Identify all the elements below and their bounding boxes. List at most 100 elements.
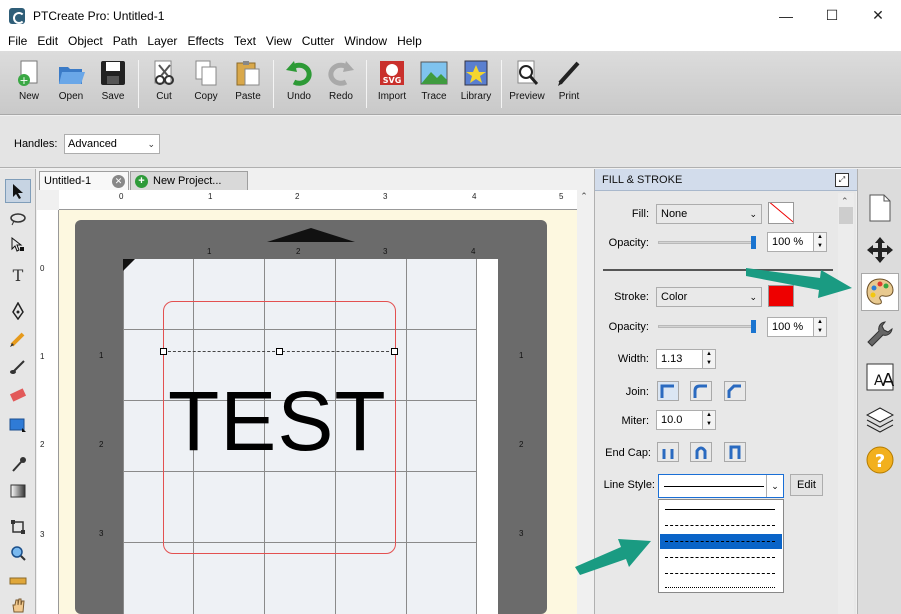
library-button[interactable]: Library xyxy=(455,58,497,110)
text-size-icon[interactable]: AA xyxy=(865,362,895,392)
slider-thumb[interactable] xyxy=(751,320,756,333)
tab-new-project[interactable]: + New Project... xyxy=(130,171,248,190)
chevron-down-icon[interactable]: ⌄ xyxy=(766,475,783,497)
panel-scrollbar[interactable]: ⌃ xyxy=(838,193,854,614)
node-select-tool[interactable] xyxy=(5,233,31,257)
linestyle-option-short-dash[interactable] xyxy=(660,566,782,581)
gradient-tool[interactable] xyxy=(5,479,31,503)
fill-color-swatch[interactable] xyxy=(768,202,794,224)
print-button[interactable]: Print xyxy=(548,58,590,110)
trace-landscape-icon xyxy=(419,58,449,88)
stroke-opacity-field[interactable]: 100 % ▲ ▼ xyxy=(767,317,827,337)
text-tool[interactable]: T xyxy=(5,263,31,287)
import-button[interactable]: SVG Import xyxy=(371,58,413,110)
canvas-text-object[interactable]: TEST xyxy=(168,379,387,463)
scroll-thumb[interactable] xyxy=(839,207,853,224)
canvas[interactable]: 1 2 3 4 1 2 3 1 2 3 TEST xyxy=(59,210,577,614)
linestyle-option-dash-gap[interactable] xyxy=(660,550,782,565)
selection-handle[interactable] xyxy=(391,348,398,355)
open-folder-icon xyxy=(56,58,86,88)
slider-thumb[interactable] xyxy=(751,236,756,249)
trace-button[interactable]: Trace xyxy=(413,58,455,110)
tab-untitled[interactable]: Untitled-1 ✕ xyxy=(39,171,129,190)
endcap-butt-button[interactable] xyxy=(657,442,679,462)
menu-text[interactable]: Text xyxy=(229,31,261,51)
miter-field[interactable]: 10.0 ▲ ▼ xyxy=(656,410,716,430)
preview-button[interactable]: Preview xyxy=(506,58,548,110)
spinner-arrows-icon[interactable]: ▲ ▼ xyxy=(813,318,826,336)
menu-effects[interactable]: Effects xyxy=(182,31,228,51)
fill-opacity-field[interactable]: 100 % ▲ ▼ xyxy=(767,232,827,252)
document-page-icon[interactable] xyxy=(865,193,895,223)
close-button[interactable]: ✕ xyxy=(855,0,901,31)
linestyle-option-dotted[interactable] xyxy=(660,580,782,595)
linestyle-option-solid[interactable] xyxy=(660,502,782,517)
panel-maximize-icon[interactable]: ⤢ xyxy=(835,173,849,187)
corner-registration-mark xyxy=(123,259,135,271)
paste-button[interactable]: Paste xyxy=(227,58,269,110)
fill-select[interactable]: None ⌄ xyxy=(656,204,762,224)
selection-handle[interactable] xyxy=(276,348,283,355)
menu-view[interactable]: View xyxy=(261,31,297,51)
chevron-down-icon: ⌄ xyxy=(749,209,757,219)
pen-nib-tool[interactable] xyxy=(5,299,31,323)
eyedropper-tool[interactable] xyxy=(5,453,31,477)
endcap-round-button[interactable] xyxy=(690,442,712,462)
scroll-up-arrow-icon[interactable]: ⌃ xyxy=(577,191,591,205)
fill-opacity-slider[interactable] xyxy=(658,241,754,244)
hand-pan-tool[interactable] xyxy=(5,593,31,614)
join-bevel-button[interactable] xyxy=(724,381,746,401)
rectangle-shape-tool[interactable] xyxy=(5,413,31,437)
linestyle-option-dashed[interactable] xyxy=(660,518,782,533)
menu-cutter[interactable]: Cutter xyxy=(297,31,340,51)
maximize-button[interactable]: ☐ xyxy=(809,0,855,31)
ruler-tick: 2 xyxy=(295,192,300,201)
page-edge xyxy=(123,259,124,614)
edit-linestyle-button[interactable]: Edit xyxy=(790,474,823,496)
spinner-arrows-icon[interactable]: ▲ ▼ xyxy=(702,411,715,429)
measure-ruler-tool[interactable] xyxy=(5,569,31,593)
stroke-opacity-slider[interactable] xyxy=(658,325,754,328)
menu-layer[interactable]: Layer xyxy=(142,31,182,51)
menu-path[interactable]: Path xyxy=(108,31,143,51)
new-button[interactable]: + New xyxy=(8,58,50,110)
eraser-tool[interactable] xyxy=(5,383,31,407)
copy-button[interactable]: Copy xyxy=(185,58,227,110)
open-button[interactable]: Open xyxy=(50,58,92,110)
minimize-button[interactable]: — xyxy=(763,0,809,31)
help-question-icon[interactable]: ? xyxy=(865,445,895,475)
lasso-tool[interactable] xyxy=(5,207,31,231)
selection-handle[interactable] xyxy=(160,348,167,355)
zoom-tool[interactable] xyxy=(5,541,31,565)
undo-button[interactable]: Undo xyxy=(278,58,320,110)
handles-select[interactable]: Advanced ⌄ xyxy=(64,134,160,154)
menu-edit[interactable]: Edit xyxy=(32,31,63,51)
select-arrow-tool[interactable] xyxy=(5,179,31,203)
save-button[interactable]: Save xyxy=(92,58,134,110)
redo-button[interactable]: Redo xyxy=(320,58,362,110)
linestyle-select[interactable]: ⌄ xyxy=(658,474,784,498)
linestyle-option-long-dash[interactable] xyxy=(660,534,782,549)
brush-tool[interactable] xyxy=(5,355,31,379)
menu-file[interactable]: File xyxy=(3,31,32,51)
menu-window[interactable]: Window xyxy=(339,31,392,51)
svg-text:SVG: SVG xyxy=(383,76,402,85)
close-tab-icon[interactable]: ✕ xyxy=(112,175,125,188)
join-round-button[interactable] xyxy=(690,381,712,401)
pencil-tool[interactable] xyxy=(5,327,31,351)
mat-ruler-tick: 2 xyxy=(296,247,301,256)
layers-icon[interactable] xyxy=(865,404,895,434)
endcap-square-button[interactable] xyxy=(724,442,746,462)
menu-help[interactable]: Help xyxy=(392,31,427,51)
crop-tool[interactable] xyxy=(5,515,31,539)
spinner-arrows-icon[interactable]: ▲ ▼ xyxy=(702,350,715,368)
scroll-up-arrow-icon[interactable]: ⌃ xyxy=(841,196,849,207)
move-arrows-icon[interactable] xyxy=(865,235,895,265)
width-field[interactable]: 1.13 ▲ ▼ xyxy=(656,349,716,369)
join-miter-button[interactable] xyxy=(657,381,679,401)
cut-button[interactable]: Cut xyxy=(143,58,185,110)
menu-object[interactable]: Object xyxy=(63,31,108,51)
color-palette-icon[interactable] xyxy=(861,273,899,311)
wrench-icon[interactable] xyxy=(865,319,895,349)
spinner-arrows-icon[interactable]: ▲ ▼ xyxy=(813,233,826,251)
